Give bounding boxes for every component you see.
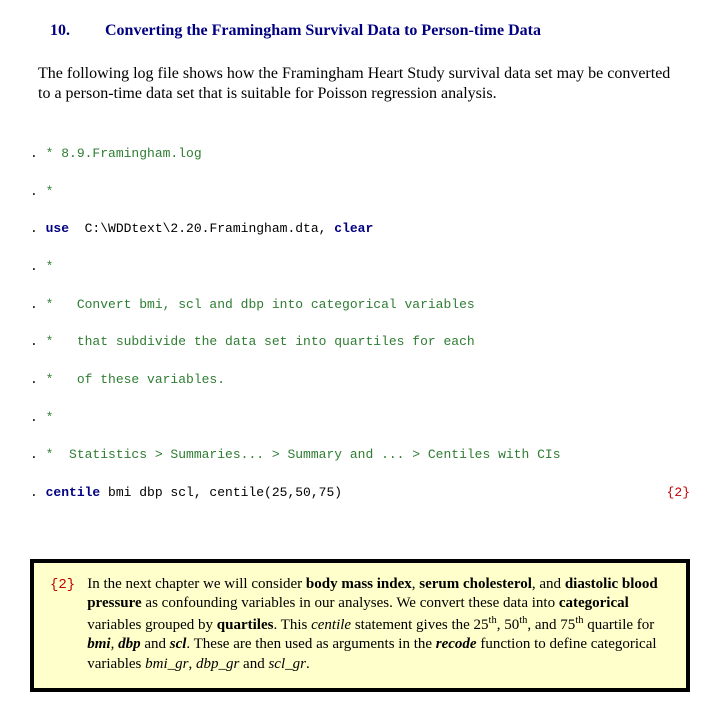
code-line: . use C:\WDDtext\2.20.Framingham.dta, cl…: [30, 220, 690, 239]
code-line: . * 8.9.Framingham.log: [30, 145, 690, 164]
note-body: In the next chapter we will consider bod…: [87, 575, 670, 675]
code-line: . *: [30, 258, 690, 277]
code-line: . *: [30, 409, 690, 428]
note-box: {2} In the next chapter we will consider…: [30, 559, 690, 693]
section-heading: 10. Converting the Framingham Survival D…: [30, 22, 690, 40]
heading-number: 10.: [30, 22, 105, 40]
code-line: . *: [30, 183, 690, 202]
code-line: . * Statistics > Summaries... > Summary …: [30, 446, 690, 465]
code-line: . * that subdivide the data set into qua…: [30, 333, 690, 352]
code-line: . * Convert bmi, scl and dbp into catego…: [30, 296, 690, 315]
annotation-ref: {2}: [667, 484, 690, 503]
note-label: {2}: [50, 575, 75, 593]
heading-text: Converting the Framingham Survival Data …: [105, 22, 541, 40]
code-block: . * 8.9.Framingham.log . * . use C:\WDDt…: [30, 126, 690, 541]
code-line: . * of these variables.: [30, 371, 690, 390]
document-page: 10. Converting the Framingham Survival D…: [0, 0, 720, 712]
code-line: . centile bmi dbp scl, centile(25,50,75)…: [30, 484, 690, 503]
intro-paragraph: The following log file shows how the Fra…: [38, 64, 682, 104]
